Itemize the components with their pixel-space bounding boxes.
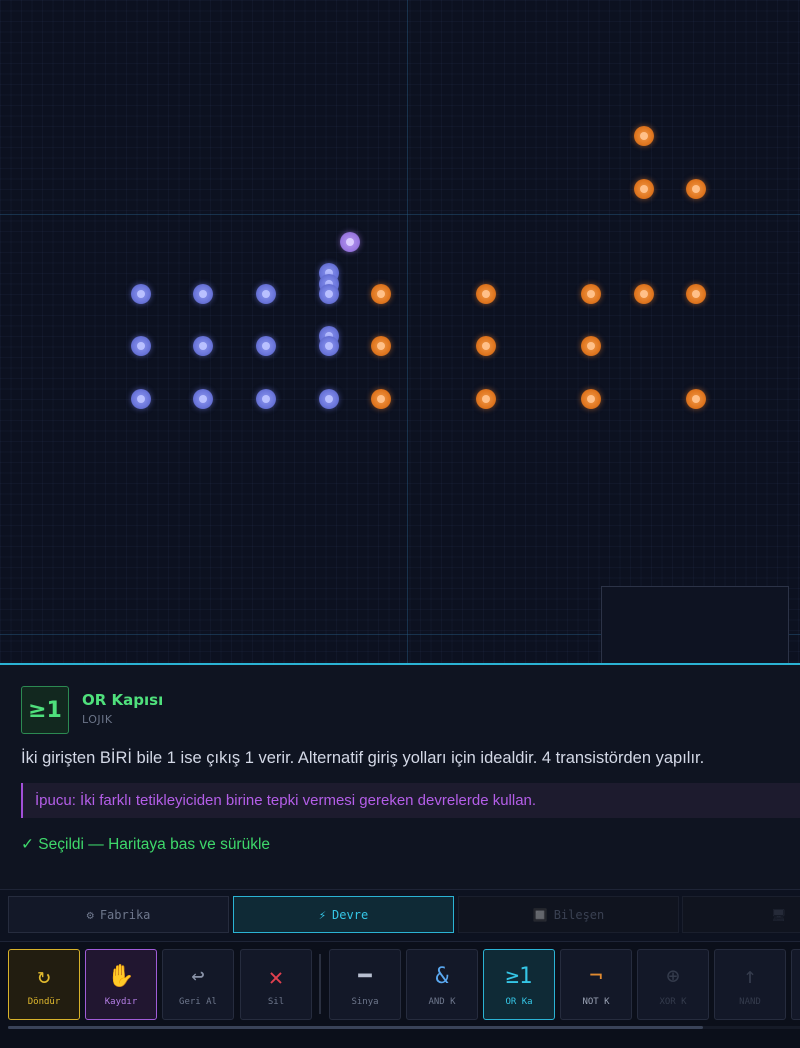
circuit-node[interactable] [634, 179, 654, 199]
tip-box: İpucu: İki farklı tetikleyiciden birine … [21, 783, 800, 818]
tool-label: Döndür [27, 996, 61, 1007]
xor-gate-button[interactable]: ⊕ XOR K [637, 949, 709, 1020]
tool-label: Sinya [351, 996, 379, 1007]
tab-label: Fabrika [99, 907, 151, 922]
component-description: İki girişten BİRİ bile 1 ise çıkış 1 ver… [21, 749, 705, 767]
tab-bilesen[interactable]: 🔲 Bileşen [458, 896, 679, 933]
or-gate-button[interactable]: ≥1 OR Ka [483, 949, 555, 1020]
delete-icon: ✕ [268, 962, 284, 991]
circuit-node[interactable] [131, 389, 151, 409]
rotate-icon: ↻ [37, 963, 51, 989]
pan-button[interactable]: ✋ Kaydır [85, 949, 157, 1020]
tab-label: Bileşen [553, 907, 605, 922]
circuit-node[interactable] [319, 389, 339, 409]
tool-label: Sil [267, 996, 285, 1007]
circuit-node[interactable] [340, 232, 360, 252]
circuit-node[interactable] [476, 336, 496, 356]
or-gate-icon: ≥1 [505, 963, 533, 989]
tool-label: NOT K [582, 996, 610, 1007]
gear-icon: ⚙ [86, 907, 94, 922]
tool-label: OR Ka [505, 996, 533, 1007]
circuit-node[interactable] [581, 284, 601, 304]
hand-icon: ✋ [107, 963, 135, 989]
circuit-node[interactable] [131, 284, 151, 304]
lightning-icon: ⚡ [318, 907, 327, 922]
component-category: LOJIK [82, 713, 113, 726]
circuit-node[interactable] [476, 389, 496, 409]
toolbar: ↻ Döndür ✋ Kaydır ↩ Geri Al ✕ Sil ━ Siny… [0, 942, 800, 1048]
circuit-node[interactable] [634, 284, 654, 304]
circuit-node[interactable] [371, 389, 391, 409]
grid-line [0, 214, 800, 215]
circuit-node[interactable] [371, 336, 391, 356]
circuit-map[interactable] [0, 0, 800, 663]
wire-icon: ━ [358, 963, 372, 989]
tab-devre[interactable]: ⚡ Devre [233, 896, 454, 933]
category-tabs: ⚙ Fabrika ⚡ Devre 🔲 Bileşen 🖥 [0, 889, 800, 942]
tab-label: Devre [332, 907, 369, 922]
circuit-node[interactable] [193, 336, 213, 356]
rotate-button[interactable]: ↻ Döndür [8, 949, 80, 1020]
tool-label: XOR K [659, 996, 687, 1007]
xor-gate-icon: ⊕ [666, 963, 680, 989]
and-gate-button[interactable]: & AND K [406, 949, 478, 1020]
undo-icon: ↩ [191, 963, 205, 989]
circuit-node[interactable] [319, 284, 339, 304]
circuit-node[interactable] [193, 389, 213, 409]
undo-button[interactable]: ↩ Geri Al [162, 949, 234, 1020]
monitor-icon: 🖥 [771, 907, 787, 922]
wire-button[interactable]: ━ Sinya [329, 949, 401, 1020]
circuit-node[interactable] [371, 284, 391, 304]
tool-label: Kaydır [104, 996, 138, 1007]
circuit-node[interactable] [581, 389, 601, 409]
toolbar-divider [319, 954, 321, 1014]
circuit-node[interactable] [581, 336, 601, 356]
grid-line [407, 0, 408, 663]
circuit-node[interactable] [319, 336, 339, 356]
tab-cihaz[interactable]: 🖥 [682, 896, 800, 933]
circuit-node[interactable] [256, 389, 276, 409]
tool-label: AND K [428, 996, 456, 1007]
minimap[interactable] [601, 586, 789, 663]
tab-fabrika[interactable]: ⚙ Fabrika [8, 896, 229, 933]
circuit-node[interactable] [686, 284, 706, 304]
delete-button[interactable]: ✕ Sil [240, 949, 312, 1020]
component-info-panel: ≥1 OR Kapısı LOJIK İki girişten BİRİ bil… [0, 663, 800, 889]
and-gate-icon: & [435, 963, 449, 989]
circuit-node[interactable] [131, 336, 151, 356]
scrollbar-thumb[interactable] [8, 1026, 703, 1029]
circuit-node[interactable] [686, 389, 706, 409]
nand-gate-icon: ↑ [743, 963, 757, 989]
circuit-node[interactable] [634, 126, 654, 146]
circuit-node[interactable] [193, 284, 213, 304]
not-gate-button[interactable]: ¬ NOT K [560, 949, 632, 1020]
nand-gate-button[interactable]: ↑ NAND [714, 949, 786, 1020]
circuit-node[interactable] [686, 179, 706, 199]
tool-label: Geri Al [179, 996, 217, 1007]
circuit-node[interactable] [256, 336, 276, 356]
component-title: OR Kapısı [82, 691, 164, 709]
circuit-node[interactable] [476, 284, 496, 304]
or-gate-icon: ≥1 [21, 686, 69, 734]
tool-label: NAND [739, 996, 761, 1007]
circuit-node[interactable] [256, 284, 276, 304]
more-tool-button[interactable] [791, 949, 800, 1020]
component-icon: 🔲 [532, 907, 548, 922]
selected-status: ✓ Seçildi — Haritaya bas ve sürükle [21, 836, 271, 853]
not-gate-icon: ¬ [589, 963, 603, 989]
